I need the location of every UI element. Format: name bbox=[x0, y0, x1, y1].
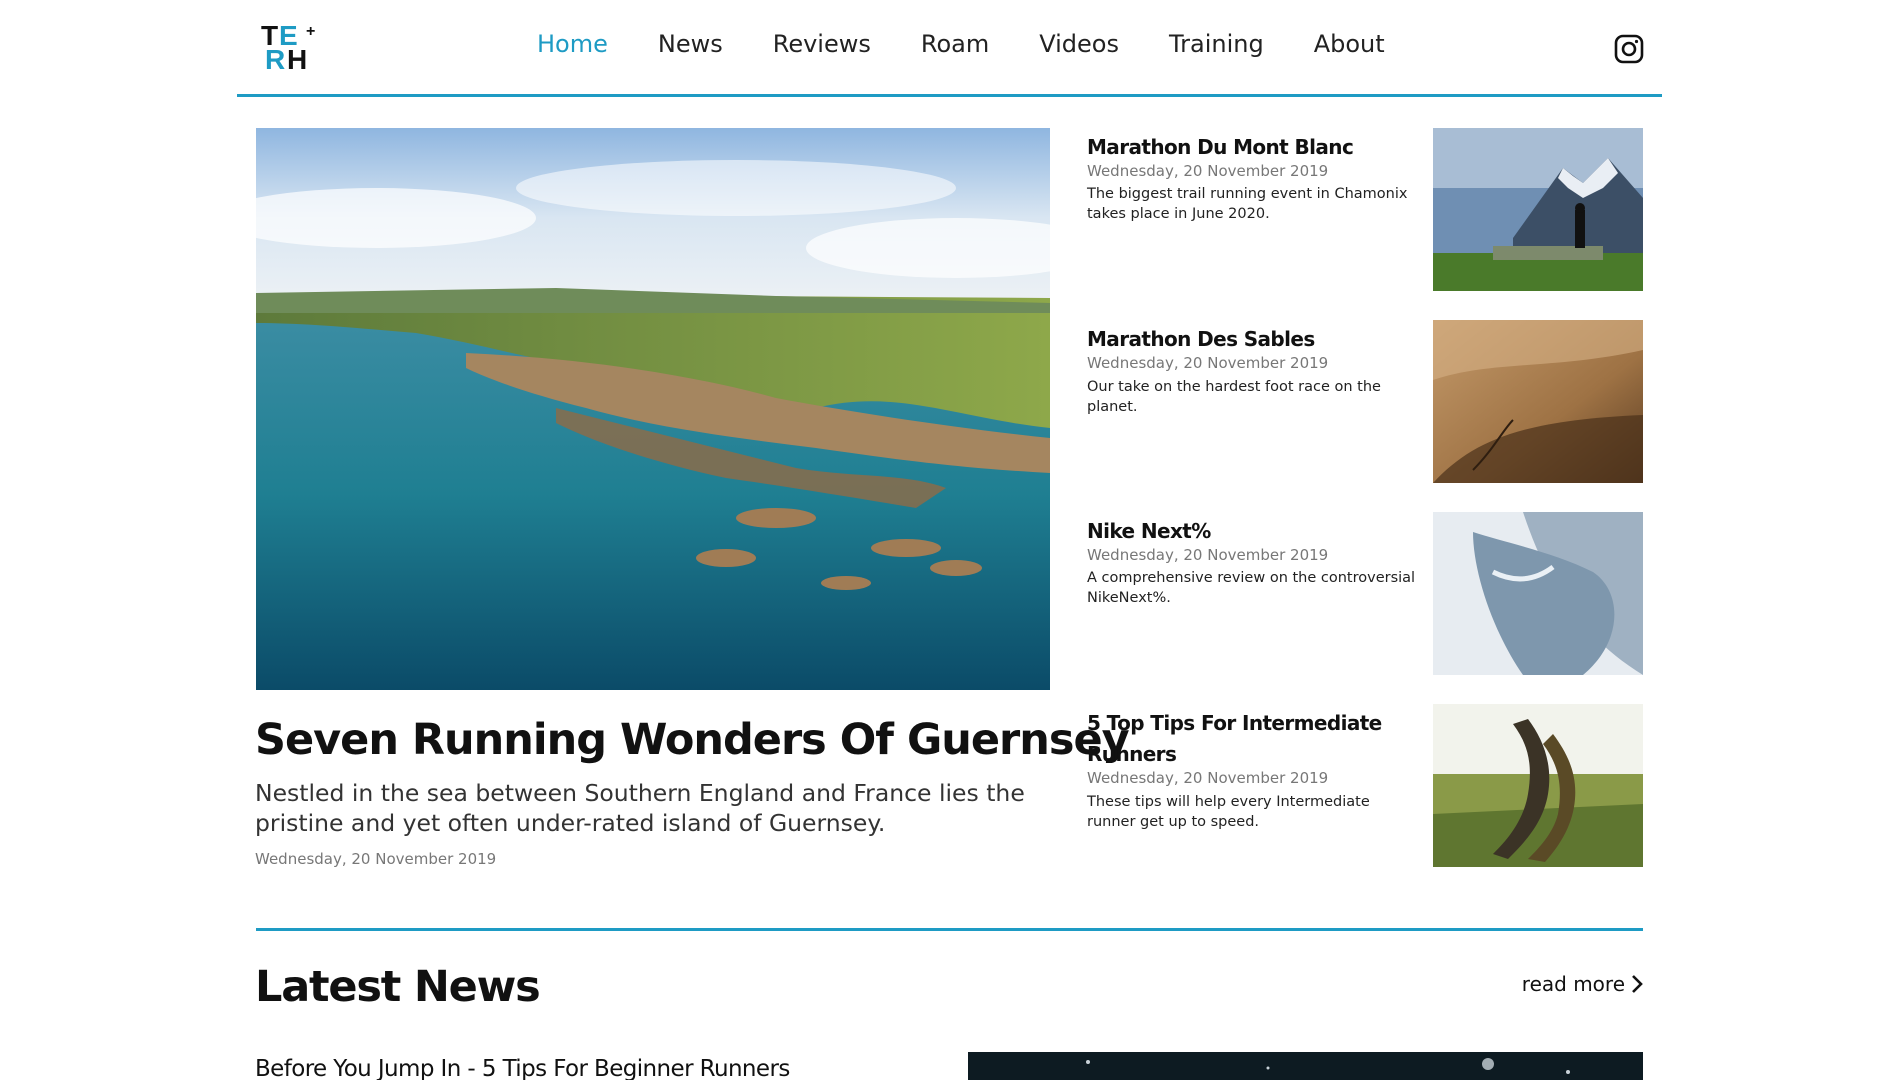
side-article[interactable]: Marathon Des Sables Wednesday, 20 Novemb… bbox=[1087, 320, 1643, 483]
logo-plus: + bbox=[306, 23, 315, 40]
chevron-right-icon bbox=[1632, 975, 1643, 993]
section-divider bbox=[256, 928, 1643, 931]
running-shoes-image bbox=[1433, 704, 1643, 867]
nav-reviews[interactable]: Reviews bbox=[773, 30, 871, 58]
hero-image[interactable] bbox=[256, 128, 1050, 690]
guernsey-coast-image bbox=[256, 128, 1050, 690]
hero-description: Nestled in the sea between Southern Engl… bbox=[255, 779, 1025, 837]
side-article-title[interactable]: Marathon Des Sables bbox=[1087, 324, 1417, 355]
side-article-date: Wednesday, 20 November 2019 bbox=[1087, 546, 1329, 564]
nav-videos[interactable]: Videos bbox=[1039, 30, 1119, 58]
nike-shoe-image bbox=[1433, 512, 1643, 675]
side-article-date: Wednesday, 20 November 2019 bbox=[1087, 769, 1329, 787]
side-article-date: Wednesday, 20 November 2019 bbox=[1087, 354, 1329, 372]
night-sky-image bbox=[968, 1052, 1643, 1080]
side-article-image[interactable] bbox=[1433, 512, 1643, 675]
side-article-image[interactable] bbox=[1433, 320, 1643, 483]
instagram-icon[interactable] bbox=[1614, 34, 1644, 64]
side-article-date: Wednesday, 20 November 2019 bbox=[1087, 162, 1329, 180]
side-article-description: These tips will help every Intermediate … bbox=[1087, 794, 1370, 830]
nav-training[interactable]: Training bbox=[1169, 30, 1264, 58]
side-article-description: The biggest trail running event in Chamo… bbox=[1087, 186, 1408, 222]
side-article[interactable]: Marathon Du Mont Blanc Wednesday, 20 Nov… bbox=[1087, 128, 1643, 291]
nav-roam[interactable]: Roam bbox=[921, 30, 989, 58]
site-logo[interactable]: T E R H + bbox=[259, 20, 321, 76]
logo-letter-h: H bbox=[287, 44, 307, 75]
side-article-image[interactable] bbox=[1433, 704, 1643, 867]
side-article-title[interactable]: Nike Next% bbox=[1087, 516, 1417, 547]
hero-date: Wednesday, 20 November 2019 bbox=[255, 850, 497, 868]
nav-news[interactable]: News bbox=[658, 30, 723, 58]
latest-article-title[interactable]: Before You Jump In - 5 Tips For Beginner… bbox=[255, 1056, 790, 1080]
side-article-title[interactable]: 5 Top Tips For Intermediate Runners bbox=[1087, 708, 1417, 770]
latest-article-image[interactable] bbox=[968, 1052, 1643, 1080]
logo-letter-r: R bbox=[265, 44, 285, 75]
side-article[interactable]: 5 Top Tips For Intermediate Runners Wedn… bbox=[1087, 704, 1643, 867]
side-article-description: Our take on the hardest foot race on the… bbox=[1087, 379, 1381, 415]
latest-news-heading: Latest News bbox=[255, 962, 541, 1012]
mountain-image bbox=[1433, 128, 1643, 291]
side-article-description: A comprehensive review on the controvers… bbox=[1087, 570, 1416, 606]
main-nav: Home News Reviews Roam Videos Training A… bbox=[537, 30, 1435, 58]
read-more-label: read more bbox=[1521, 972, 1625, 996]
nav-home[interactable]: Home bbox=[537, 30, 608, 58]
hero-title[interactable]: Seven Running Wonders Of Guernsey bbox=[255, 715, 1130, 765]
desert-dunes-image bbox=[1433, 320, 1643, 483]
side-article-image[interactable] bbox=[1433, 128, 1643, 291]
nav-about[interactable]: About bbox=[1314, 30, 1385, 58]
read-more-link[interactable]: read more bbox=[1522, 972, 1643, 996]
side-article[interactable]: Nike Next% Wednesday, 20 November 2019 A… bbox=[1087, 512, 1643, 675]
site-header: T E R H + Home News Reviews Roam Videos … bbox=[237, 0, 1662, 97]
side-article-title[interactable]: Marathon Du Mont Blanc bbox=[1087, 132, 1417, 163]
